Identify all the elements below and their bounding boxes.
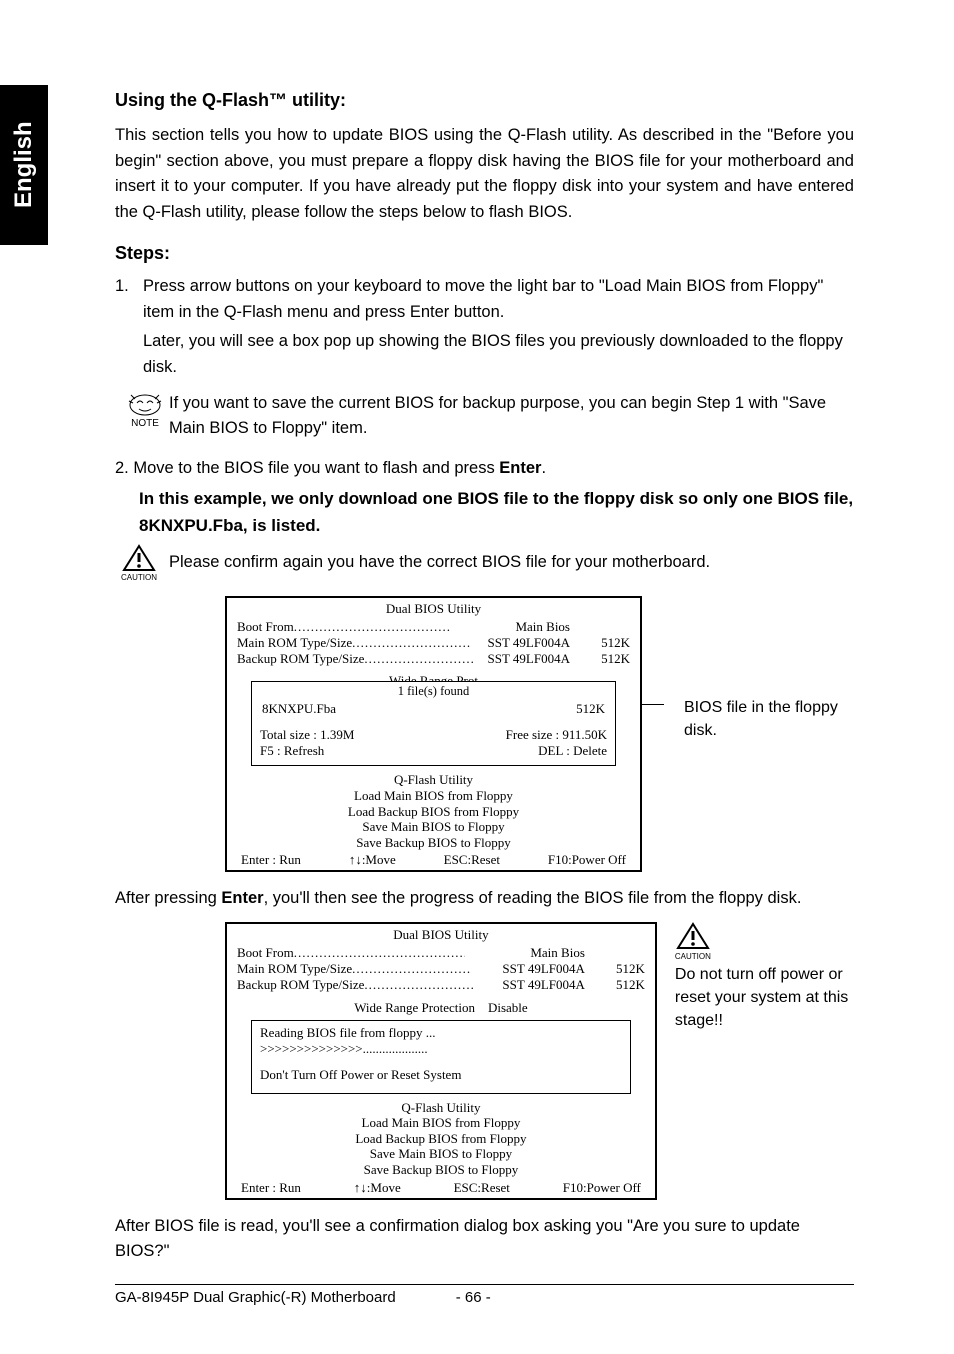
util1-main-size: 512K [570, 635, 630, 651]
util2-main-size: 512K [585, 961, 645, 977]
footer-page-number: - 66 - [456, 1289, 491, 1306]
bios-utility-box-2: Dual BIOS Utility Boot From.............… [225, 922, 657, 1200]
util2-menu-load-backup: Load Backup BIOS from Floppy [227, 1131, 655, 1147]
util1-popup: 1 file(s) found 8KNXPU.Fba 512K Total si… [251, 681, 616, 766]
step-2-text: 2. Move to the BIOS file you want to fla… [115, 459, 499, 477]
util2-title: Dual BIOS Utility [227, 924, 655, 945]
util2-status-move: ↑↓:Move [354, 1180, 401, 1196]
footer-model: GA-8I945P Dual Graphic(-R) Motherboard [115, 1289, 396, 1306]
after1-enter: Enter [221, 889, 263, 907]
util1-boot-label: Boot From [237, 619, 294, 635]
util2-main-label: Main ROM Type/Size [237, 961, 352, 977]
util1-file-size: 512K [576, 701, 605, 717]
util1-total-size: Total size : 1.39M [260, 727, 354, 743]
step-2-enter: Enter [499, 459, 541, 477]
note-icon: NOTE [121, 391, 169, 429]
util1-main-label: Main ROM Type/Size [237, 635, 352, 651]
util1-menu-save-backup: Save Backup BIOS to Floppy [227, 835, 640, 851]
util1-menu-load-backup: Load Backup BIOS from Floppy [227, 804, 640, 820]
util2-wide-value: Disable [488, 1000, 528, 1016]
util2-qflash-title: Q-Flash Utility [227, 1100, 655, 1116]
step-1-number: 1. [115, 274, 143, 325]
util1-backup-label: Backup ROM Type/Size [237, 651, 364, 667]
util1-status-enter: Enter : Run [241, 852, 301, 868]
util2-reading-text: Reading BIOS file from floppy ... [260, 1025, 622, 1041]
util2-warn-text: Don't Turn Off Power or Reset System [260, 1067, 622, 1083]
heading-using-qflash: Using the Q-Flash™ utility: [115, 90, 854, 111]
util2-menu-save-backup: Save Backup BIOS to Floppy [227, 1162, 655, 1178]
caution-icon: CAUTION [115, 544, 163, 582]
steps-heading: Steps: [115, 243, 854, 264]
util1-main-value: SST 49LF004A [488, 635, 570, 651]
util2-menu-save-main: Save Main BIOS to Floppy [227, 1146, 655, 1162]
util2-boot-value: Main Bios [465, 945, 585, 961]
after2-text: After BIOS file is read, you'll see a co… [115, 1214, 854, 1265]
util2-status-f10: F10:Power Off [563, 1180, 641, 1196]
util1-status-esc: ESC:Reset [444, 852, 500, 868]
util2-main-value: SST 49LF004A [502, 961, 584, 977]
util1-backup-size: 512K [570, 651, 630, 667]
intro-paragraph: This section tells you how to update BIO… [115, 123, 854, 225]
step-1-text: Press arrow buttons on your keyboard to … [143, 274, 854, 325]
side-warning-text: Do not turn off power or reset your syst… [675, 963, 854, 1033]
util1-boot-value: Main Bios [450, 619, 570, 635]
util1-file-name: 8KNXPU.Fba [262, 701, 336, 717]
after1-post: , you'll then see the progress of readin… [264, 889, 802, 907]
util1-menu-save-main: Save Main BIOS to Floppy [227, 819, 640, 835]
util1-backup-value: SST 49LF004A [488, 651, 570, 667]
util2-status-enter: Enter : Run [241, 1180, 301, 1196]
util1-qflash-title: Q-Flash Utility [227, 772, 640, 788]
util1-popup-title: 1 file(s) found [260, 684, 607, 699]
step-1-later: Later, you will see a box pop up showing… [143, 329, 854, 380]
util1-title: Dual BIOS Utility [227, 598, 640, 619]
util2-boot-label: Boot From [237, 945, 294, 961]
bios-utility-box-1: Dual BIOS Utility Boot From.............… [225, 596, 642, 873]
util1-free-size: Free size : 911.50K [506, 727, 607, 743]
note-label: NOTE [131, 418, 159, 429]
util2-wide-label: Wide Range Protection [354, 1000, 475, 1016]
step-2-end: . [541, 459, 546, 477]
util2-backup-size: 512K [585, 977, 645, 993]
caution-label: CAUTION [121, 573, 157, 582]
util1-status-f10: F10:Power Off [548, 852, 626, 868]
util2-menu-load-main: Load Main BIOS from Floppy [227, 1115, 655, 1131]
util2-progress-box: Reading BIOS file from floppy ... >>>>>>… [251, 1020, 631, 1094]
util1-menu-load-main: Load Main BIOS from Floppy [227, 788, 640, 804]
caution-text: Please confirm again you have the correc… [169, 550, 854, 576]
note-text: If you want to save the current BIOS for… [169, 391, 854, 442]
language-tab: English [0, 85, 48, 245]
example-bold-note: In this example, we only download one BI… [139, 485, 854, 539]
side-caution-label: CAUTION [675, 952, 711, 961]
util1-f5: F5 : Refresh [260, 743, 324, 759]
side-caution-icon: CAUTION [675, 922, 711, 961]
util1-del: DEL : Delete [538, 743, 607, 759]
util1-status-move: ↑↓:Move [349, 852, 396, 868]
callout-bios-file: BIOS file in the floppy disk. [684, 696, 854, 742]
util2-backup-value: SST 49LF004A [502, 977, 584, 993]
after1-pre: After pressing [115, 889, 221, 907]
util2-status-esc: ESC:Reset [454, 1180, 510, 1196]
util2-backup-label: Backup ROM Type/Size [237, 977, 364, 993]
util2-progress-bar: >>>>>>>>>>>>>>.................... [260, 1041, 622, 1057]
